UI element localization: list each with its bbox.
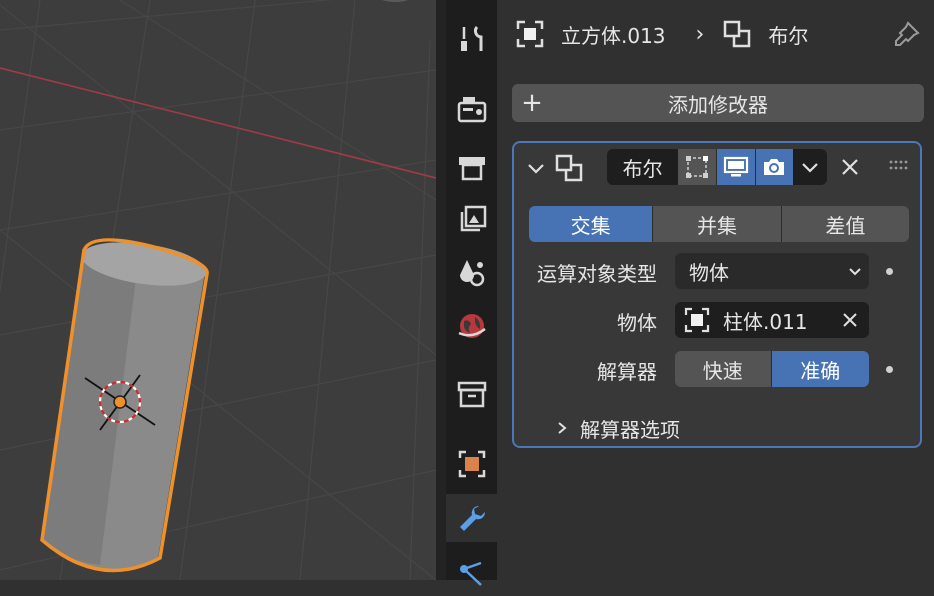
solver-selector: 快速 准确 bbox=[675, 351, 869, 387]
output-tab[interactable] bbox=[446, 142, 497, 190]
chevron-down-icon bbox=[802, 163, 818, 173]
drag-handle-icon[interactable] bbox=[888, 159, 910, 173]
chevron-right-icon bbox=[558, 422, 567, 434]
view-layer-tab[interactable] bbox=[446, 196, 497, 244]
modifier-tab[interactable] bbox=[446, 494, 497, 542]
collection-tab[interactable] bbox=[446, 370, 497, 418]
operation-intersect[interactable]: 交集 bbox=[529, 206, 653, 242]
scene-tab-icon bbox=[459, 260, 484, 287]
object-tab[interactable] bbox=[446, 440, 497, 488]
area-divider[interactable] bbox=[436, 0, 446, 580]
collapse-chevron-icon[interactable] bbox=[526, 158, 546, 178]
object-tab-icon bbox=[458, 450, 485, 478]
operation-union[interactable]: 并集 bbox=[652, 206, 781, 242]
solver-options-label: 解算器选项 bbox=[580, 417, 680, 442]
operation-selector: 交集 并集 差值 bbox=[529, 206, 909, 242]
tool-tab-icon bbox=[460, 25, 482, 51]
particles-tab[interactable] bbox=[446, 548, 497, 596]
add-modifier-button[interactable]: + 添加修改器 bbox=[512, 84, 924, 122]
object-name: 立方体.013 bbox=[561, 23, 666, 48]
chevron-right-icon: › bbox=[695, 21, 705, 47]
modifier-tab-icon bbox=[459, 505, 485, 531]
operation-difference[interactable]: 差值 bbox=[780, 206, 909, 242]
solver-label: 解算器 bbox=[597, 360, 657, 384]
render-tab-icon bbox=[457, 97, 486, 123]
particles-tab-icon bbox=[459, 561, 482, 586]
modifier-name-value: 布尔 bbox=[622, 156, 663, 181]
modifier-name: 布尔 bbox=[768, 23, 809, 48]
modifier-dropdown-button[interactable] bbox=[793, 149, 827, 185]
monitor-icon bbox=[723, 156, 748, 177]
clear-icon[interactable] bbox=[841, 311, 859, 329]
operand-type-dropdown[interactable]: 物体 bbox=[675, 253, 869, 289]
solver-exact[interactable]: 准确 bbox=[770, 351, 869, 387]
object-icon bbox=[684, 307, 710, 333]
realtime-toggle[interactable] bbox=[716, 149, 755, 185]
collection-tab-icon bbox=[457, 381, 486, 408]
world-tab-icon bbox=[457, 314, 486, 338]
3d-viewport[interactable] bbox=[0, 0, 436, 580]
object-label: 物体 bbox=[617, 311, 657, 335]
output-tab-icon bbox=[458, 157, 485, 181]
pin-icon[interactable] bbox=[891, 20, 921, 50]
plus-icon: + bbox=[521, 88, 543, 118]
boolean-modifier-panel: 布尔 交集 并集 差值 运算对象类型 物体 物体 柱体.011 解算器 快速 准… bbox=[512, 141, 922, 448]
properties-panel: 立方体.013 › 布尔 + 添加修改器 布尔 交集 并集 差值 运算对象类型 … bbox=[497, 0, 934, 580]
add-modifier-label: 添加修改器 bbox=[668, 92, 768, 117]
modifier-icon bbox=[724, 20, 751, 48]
edit-mode-toggle[interactable] bbox=[678, 149, 716, 185]
object-value: 柱体.011 bbox=[723, 309, 808, 334]
modifier-header bbox=[526, 151, 584, 185]
tool-tab[interactable] bbox=[446, 16, 497, 64]
operand-type-value: 物体 bbox=[689, 260, 729, 285]
solver-fast[interactable]: 快速 bbox=[675, 351, 771, 387]
keyframe-dot[interactable] bbox=[886, 268, 893, 275]
chevron-down-icon bbox=[849, 268, 861, 276]
close-icon[interactable] bbox=[840, 157, 860, 177]
edit-mode-icon bbox=[686, 156, 709, 178]
object-icon bbox=[516, 20, 544, 48]
view-layer-tab-icon bbox=[460, 205, 486, 232]
properties-tabs bbox=[446, 0, 497, 586]
camera-icon bbox=[764, 159, 785, 175]
boolean-modifier-icon bbox=[555, 154, 583, 182]
keyframe-dot[interactable] bbox=[886, 366, 893, 373]
object-field[interactable]: 柱体.011 bbox=[675, 302, 869, 338]
world-tab[interactable] bbox=[446, 302, 497, 350]
render-tab[interactable] bbox=[446, 86, 497, 134]
breadcrumb: 立方体.013 › 布尔 bbox=[515, 14, 808, 54]
scene-tab[interactable] bbox=[446, 248, 497, 296]
solver-options-subpanel[interactable]: 解算器选项 bbox=[554, 413, 680, 443]
modifier-name-field[interactable]: 布尔 bbox=[607, 149, 827, 185]
render-toggle[interactable] bbox=[754, 149, 794, 185]
operand-type-label: 运算对象类型 bbox=[537, 262, 657, 286]
